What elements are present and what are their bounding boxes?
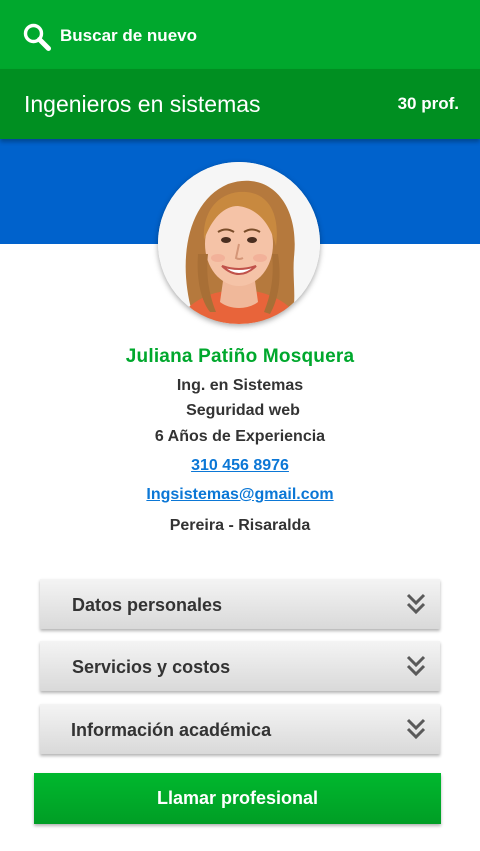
profile-specialty: Seguridad web (186, 402, 300, 419)
section-label: Información académica (71, 720, 272, 740)
category-title: Ingenieros en sistemas (24, 91, 261, 117)
chevron-double-down-icon (406, 655, 426, 677)
chevron-double-down-icon (406, 718, 426, 740)
section-academic-info[interactable]: Información académica (40, 704, 440, 754)
search-icon[interactable] (22, 22, 52, 52)
section-label: Datos personales (72, 595, 223, 615)
phone-row: 310 456 8976 (0, 456, 480, 476)
call-professional-button[interactable]: Llamar profesional (34, 773, 441, 824)
section-services-costs[interactable]: Servicios y costos (40, 641, 440, 691)
profile-location: Pereira - Risaralda (169, 517, 311, 534)
search-again-link[interactable]: Buscar de nuevo (60, 25, 197, 47)
email-row: Ingsistemas@gmail.com (0, 485, 480, 505)
email-link[interactable]: Ingsistemas@gmail.com (146, 486, 333, 503)
avatar (158, 162, 320, 324)
section-personal-data[interactable]: Datos personales (40, 579, 440, 629)
phone-link[interactable]: 310 456 8976 (191, 457, 289, 474)
professionals-count: 30 prof. (397, 94, 459, 113)
top-bar: Buscar de nuevo (0, 0, 480, 69)
category-header: Ingenieros en sistemas 30 prof. (0, 69, 480, 139)
profile-name: Juliana Patiño Mosquera (125, 346, 355, 367)
profile-title: Ing. en Sistemas (176, 377, 304, 394)
profile-experience: 6 Años de Experiencia (154, 428, 326, 445)
section-label: Servicios y costos (72, 657, 231, 677)
chevron-double-down-icon (406, 593, 426, 615)
